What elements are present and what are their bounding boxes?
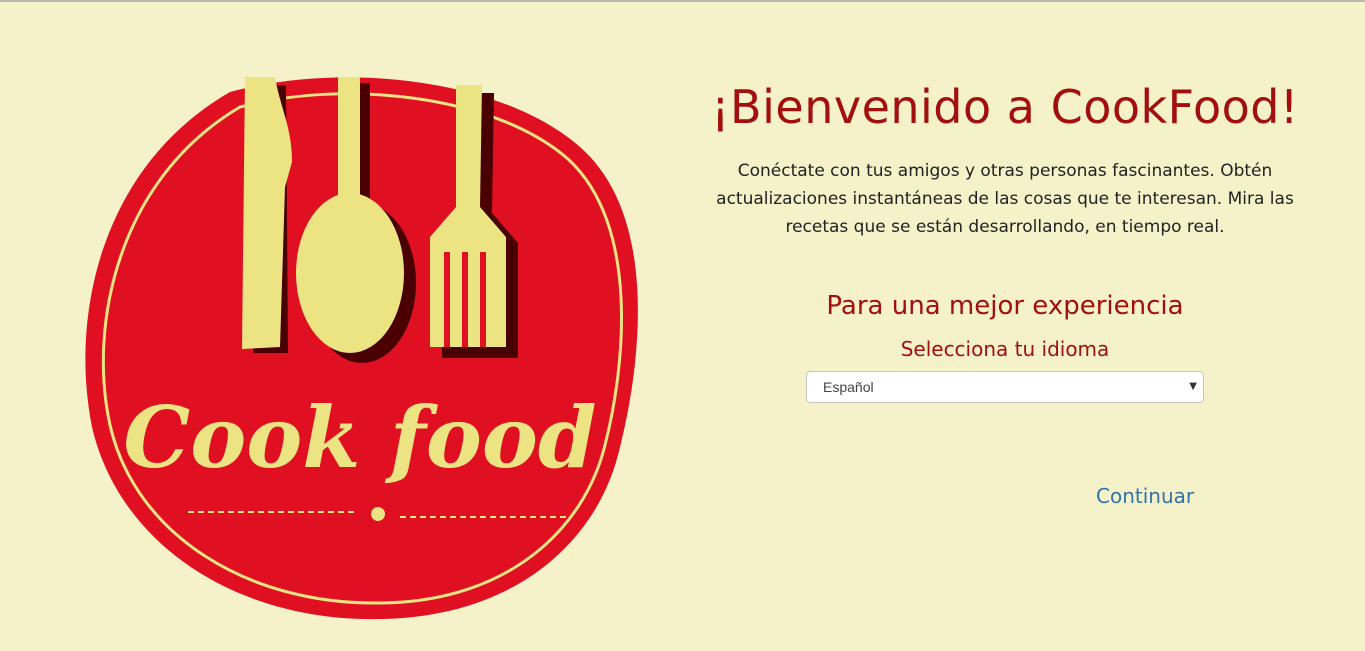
welcome-content: ¡Bienvenido a CookFood! Conéctate con tu… — [700, 72, 1310, 404]
knife-icon — [242, 77, 292, 353]
chevron-down-icon: ▼ — [1189, 381, 1197, 393]
language-select[interactable]: Español ▼ — [806, 371, 1204, 404]
logo-text: Cook food — [123, 388, 596, 487]
cookfood-logo: Cook food — [80, 67, 640, 627]
page-title: ¡Bienvenido a CookFood! — [711, 80, 1299, 134]
language-select-value: Español — [823, 379, 874, 396]
logo-dot — [371, 507, 385, 521]
welcome-page: Cook food ¡Bienvenido a CookFood! Conéct… — [0, 0, 1365, 651]
continue-link[interactable]: Continuar — [1096, 484, 1194, 508]
experience-heading: Para una mejor experiencia — [826, 291, 1184, 322]
language-label: Selecciona tu idioma — [900, 337, 1110, 362]
welcome-description: Conéctate con tus amigos y otras persona… — [716, 161, 1294, 238]
